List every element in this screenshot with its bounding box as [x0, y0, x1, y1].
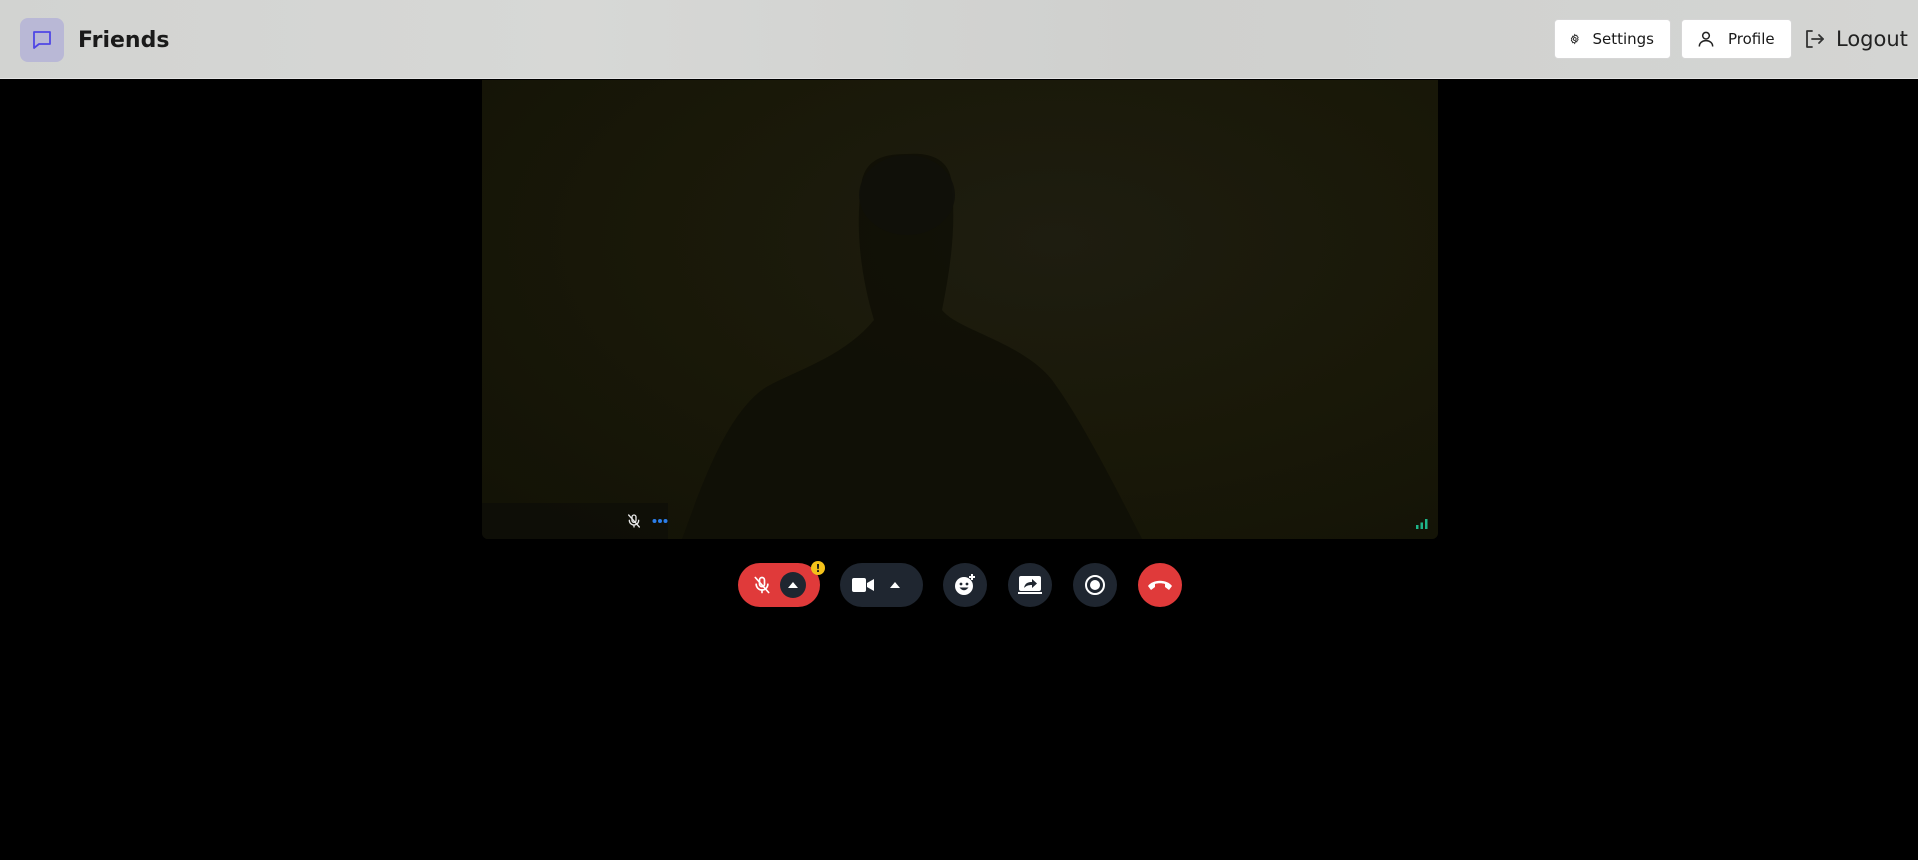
- mic-muted-icon: [754, 576, 770, 594]
- record-icon: [1085, 575, 1105, 595]
- screen-share-icon: [1018, 576, 1042, 594]
- logout-button[interactable]: Logout: [1802, 19, 1908, 59]
- call-controls: [0, 563, 1918, 607]
- video-tile[interactable]: [482, 80, 1438, 539]
- app-title: Friends: [78, 27, 170, 53]
- settings-button[interactable]: Settings: [1554, 19, 1671, 59]
- connection-quality-icon: [1416, 519, 1428, 529]
- more-options-icon[interactable]: [652, 518, 668, 524]
- mic-muted-icon: [628, 514, 640, 528]
- profile-label: Profile: [1728, 30, 1775, 48]
- gear-icon: [1570, 33, 1579, 45]
- phone-hangup-icon: [1148, 580, 1172, 590]
- top-bar: Friends Settings Profile Logout: [0, 0, 1918, 79]
- record-button[interactable]: [1073, 563, 1117, 607]
- chat-bubble-icon: [20, 18, 64, 62]
- microphone-toggle[interactable]: [738, 563, 820, 607]
- participant-video: [682, 153, 1142, 539]
- logout-icon: [1806, 30, 1824, 48]
- settings-label: Settings: [1592, 30, 1654, 48]
- hang-up-button[interactable]: [1138, 563, 1182, 607]
- caret-up-icon: [890, 582, 900, 588]
- reactions-button[interactable]: [943, 563, 987, 607]
- camera-options-button[interactable]: [890, 582, 900, 588]
- share-screen-button[interactable]: [1008, 563, 1052, 607]
- caret-up-icon: [788, 582, 798, 588]
- user-icon: [1698, 31, 1714, 47]
- camera-toggle[interactable]: [840, 563, 923, 607]
- emoji-add-icon: [955, 574, 975, 595]
- mic-warning-badge: !: [811, 561, 825, 575]
- logout-label: Logout: [1836, 27, 1908, 51]
- profile-button[interactable]: Profile: [1681, 19, 1792, 59]
- video-camera-icon: [852, 578, 874, 592]
- participant-nameplate: [482, 503, 668, 539]
- microphone-options-button[interactable]: [780, 572, 806, 598]
- brand[interactable]: Friends: [20, 18, 169, 62]
